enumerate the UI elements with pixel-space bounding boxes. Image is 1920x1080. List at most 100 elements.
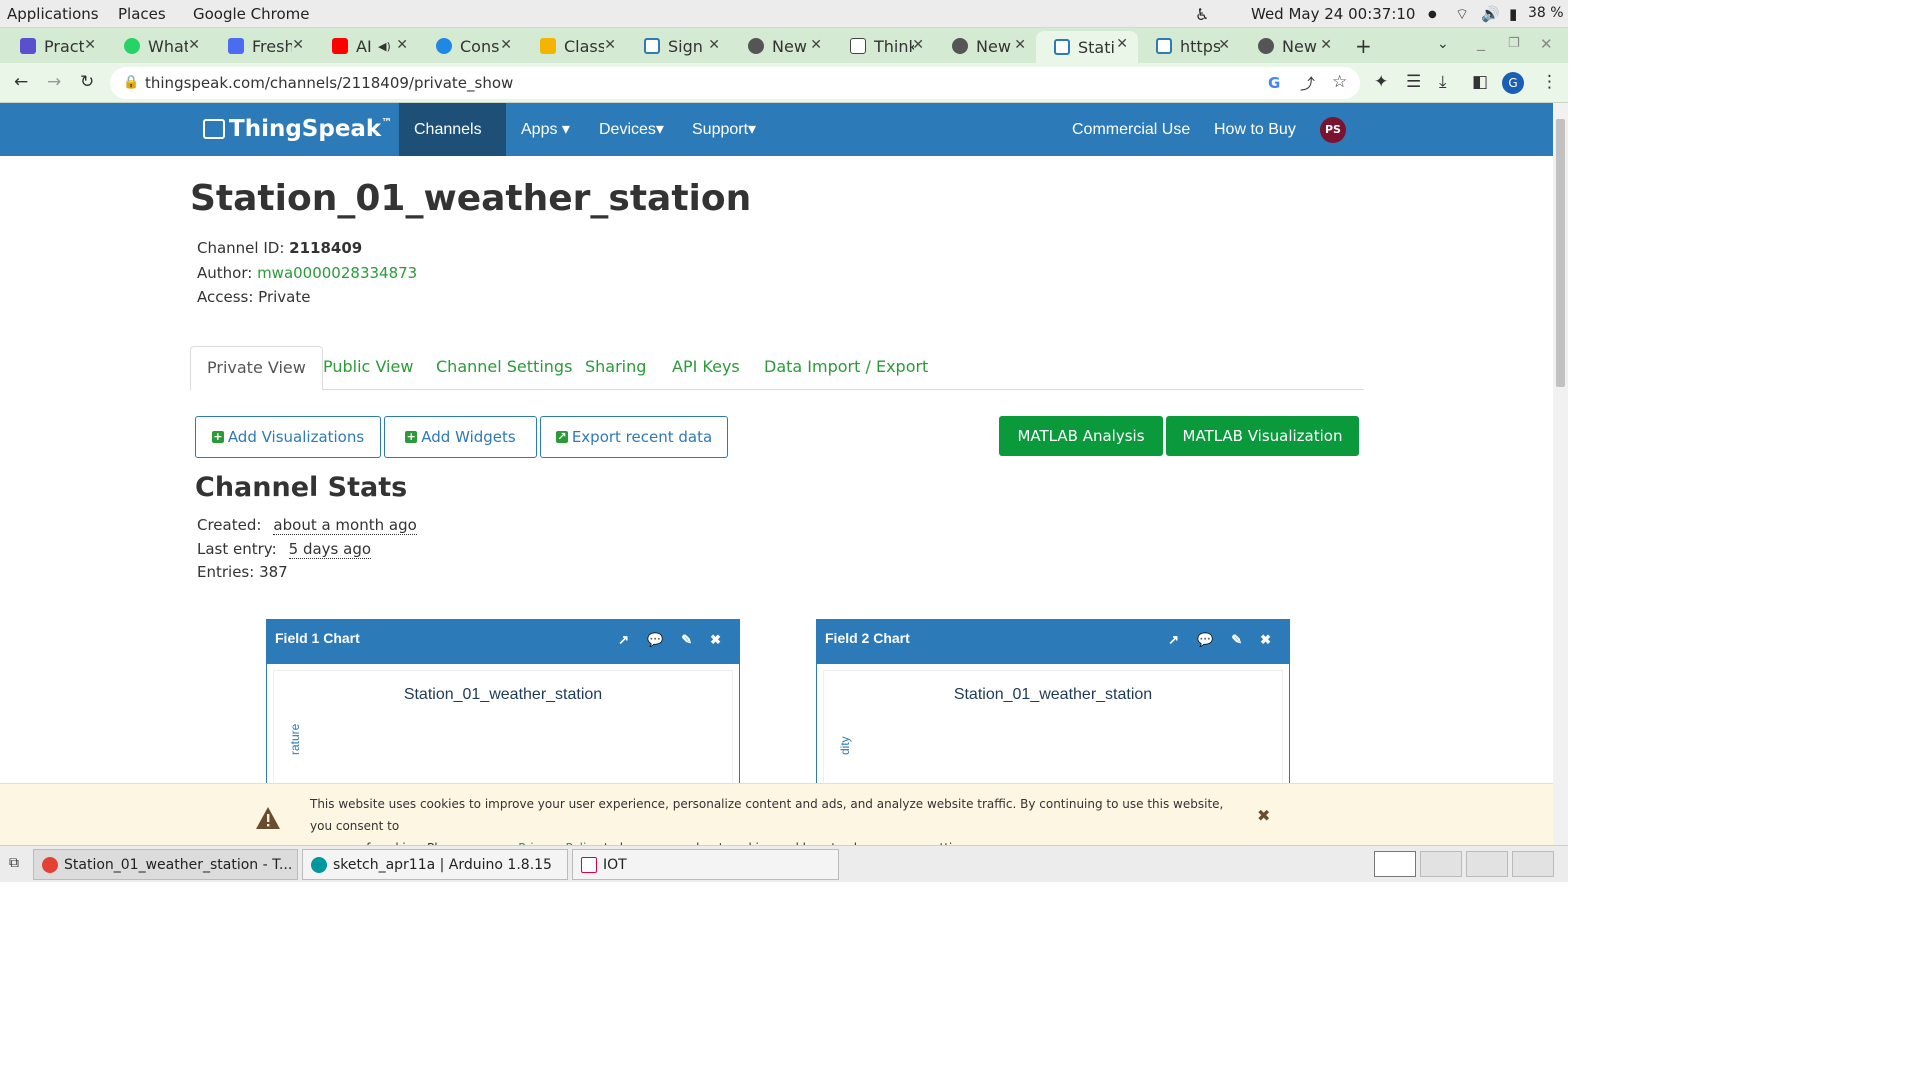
tab-channel-settings[interactable]: Channel Settings xyxy=(436,346,572,390)
task-label: IOT xyxy=(603,856,627,873)
nav-support[interactable]: Support▾ xyxy=(692,103,756,156)
edit-pencil-icon[interactable]: ✎ xyxy=(681,632,692,647)
matlab-analysis-button[interactable]: MATLAB Analysis xyxy=(999,416,1163,456)
audio-playing-icon[interactable]: ◀) xyxy=(378,40,391,53)
tab-pract[interactable]: Pract ✕ xyxy=(2,32,106,60)
tab-station-active[interactable]: Stati ✕ xyxy=(1036,31,1138,63)
clock[interactable]: Wed May 24 00:37:10 xyxy=(1251,5,1415,23)
tab-think[interactable]: Think ✕ xyxy=(832,32,934,60)
nav-apps[interactable]: Apps ▾ xyxy=(521,103,570,156)
tab-private-view[interactable]: Private View xyxy=(190,346,323,391)
close-icon[interactable]: ✕ xyxy=(1218,37,1230,53)
close-icon[interactable]: ✕ xyxy=(396,37,408,53)
close-icon[interactable]: ✕ xyxy=(912,37,924,53)
thingspeak-logo[interactable]: ThingSpeak™ xyxy=(203,116,392,142)
google-icon[interactable]: G xyxy=(1268,74,1280,92)
tab-classroom[interactable]: Class ✕ xyxy=(522,32,626,60)
chrome-menu-icon[interactable]: ⋮ xyxy=(1541,72,1558,92)
bookmark-star-icon[interactable]: ☆ xyxy=(1332,72,1347,92)
last-entry-value: 5 days ago xyxy=(288,540,372,559)
open-external-icon[interactable]: ↗ xyxy=(618,632,629,647)
forward-icon[interactable]: → xyxy=(47,72,61,92)
profile-avatar-icon[interactable]: G xyxy=(1502,72,1524,94)
nav-how-to-buy[interactable]: How to Buy xyxy=(1214,103,1296,156)
close-icon[interactable]: ✖ xyxy=(710,632,721,647)
tab-new-3[interactable]: New ✕ xyxy=(1240,32,1342,60)
workspace-4[interactable] xyxy=(1512,851,1554,877)
show-desktop-icon[interactable]: ⧉ xyxy=(9,855,19,871)
scrollbar-thumb[interactable] xyxy=(1556,119,1565,387)
close-icon[interactable]: ✕ xyxy=(1320,37,1332,53)
volume-icon[interactable]: 🔊 xyxy=(1481,5,1500,23)
tab-sign[interactable]: Sign ✕ xyxy=(626,32,730,60)
add-visualizations-button[interactable]: + Add Visualizations xyxy=(195,416,381,458)
close-icon[interactable]: ✕ xyxy=(500,37,512,53)
close-icon[interactable]: ✕ xyxy=(84,37,96,53)
url-text[interactable]: thingspeak.com/channels/2118409/private_… xyxy=(145,74,513,92)
new-tab-button[interactable]: + xyxy=(1355,34,1372,58)
close-icon[interactable]: ✕ xyxy=(708,37,720,53)
tab-https[interactable]: https ✕ xyxy=(1138,32,1240,60)
open-external-icon[interactable]: ↗ xyxy=(1168,632,1179,647)
export-recent-data-button[interactable]: ↗ Export recent data xyxy=(540,416,728,458)
chart-title: Station_01_weather_station xyxy=(953,686,1153,703)
nav-devices[interactable]: Devices▾ xyxy=(599,103,664,156)
tab-new-1[interactable]: New ✕ xyxy=(730,32,832,60)
tab-public-view[interactable]: Public View xyxy=(323,346,413,390)
nav-channels[interactable]: Channels ▾ xyxy=(399,103,506,191)
chart-body: Station_01_weather_station rature xyxy=(273,670,733,788)
chrome-app-menu[interactable]: Google Chrome xyxy=(193,5,310,23)
accessibility-icon[interactable]: ♿ xyxy=(1195,5,1209,24)
cookie-close-icon[interactable]: ✖ xyxy=(1257,806,1270,825)
page-scrollbar[interactable] xyxy=(1553,103,1568,845)
author-link[interactable]: mwa0000028334873 xyxy=(257,264,417,282)
close-icon[interactable]: ✕ xyxy=(292,37,304,53)
share-icon[interactable]: ⤴ xyxy=(1300,73,1315,94)
workspace-1[interactable] xyxy=(1374,851,1416,877)
chart-icon xyxy=(850,38,866,54)
comment-icon[interactable]: 💬 xyxy=(1197,632,1213,647)
window-close-icon[interactable]: ✕ xyxy=(1540,35,1553,53)
task-chrome[interactable]: Station_01_weather_station - T... xyxy=(33,849,298,880)
tab-data-import-export[interactable]: Data Import / Export xyxy=(764,346,928,390)
address-bar[interactable]: 🔒 thingspeak.com/channels/2118409/privat… xyxy=(110,67,1360,99)
tab-youtube[interactable]: AI ◀) ✕ xyxy=(314,32,418,60)
wifi-icon[interactable]: ⌔ xyxy=(1455,5,1469,24)
applications-menu[interactable]: Applications xyxy=(7,5,99,23)
nav-commercial-use[interactable]: Commercial Use xyxy=(1072,103,1190,156)
download-icon[interactable]: ⤓ xyxy=(1439,72,1447,92)
task-iot-folder[interactable]: IOT xyxy=(572,849,839,880)
extensions-icon[interactable]: ✦ xyxy=(1374,72,1388,92)
add-widgets-button[interactable]: + Add Widgets xyxy=(384,416,537,458)
side-panel-icon[interactable]: ◧ xyxy=(1472,72,1488,92)
edit-pencil-icon[interactable]: ✎ xyxy=(1231,632,1242,647)
comment-icon[interactable]: 💬 xyxy=(647,632,663,647)
task-arduino[interactable]: sketch_apr11a | Arduino 1.8.15 xyxy=(302,849,568,880)
minimize-icon[interactable]: _ xyxy=(1477,32,1485,51)
tab-api-keys[interactable]: API Keys xyxy=(672,346,740,390)
tab-new-2[interactable]: New ✕ xyxy=(934,32,1036,60)
close-icon[interactable]: ✕ xyxy=(604,37,616,53)
close-icon[interactable]: ✖ xyxy=(1260,632,1271,647)
close-icon[interactable]: ✕ xyxy=(1014,37,1026,53)
tab-search-icon[interactable]: ⌄ xyxy=(1437,36,1449,52)
back-icon[interactable]: ← xyxy=(14,72,28,92)
user-avatar[interactable]: PS xyxy=(1320,117,1346,143)
tab-whatsapp[interactable]: What ✕ xyxy=(106,32,210,60)
close-icon[interactable]: ✕ xyxy=(188,37,200,53)
close-icon[interactable]: ✕ xyxy=(1116,36,1128,52)
reload-icon[interactable]: ↻ xyxy=(80,72,94,92)
media-control-icon[interactable]: ☰ xyxy=(1406,72,1421,92)
channel-id-value: 2118409 xyxy=(289,239,363,257)
close-icon[interactable]: ✕ xyxy=(810,37,822,53)
tab-sharing[interactable]: Sharing xyxy=(585,346,646,390)
tab-cons[interactable]: Cons ✕ xyxy=(418,32,522,60)
workspace-2[interactable] xyxy=(1420,851,1462,877)
workspace-3[interactable] xyxy=(1466,851,1508,877)
restore-icon[interactable]: ❐ xyxy=(1508,36,1520,51)
tab-fresh[interactable]: Fresh ✕ xyxy=(210,32,314,60)
battery-icon[interactable]: ▮ xyxy=(1509,5,1517,23)
lock-icon[interactable]: 🔒 xyxy=(123,75,139,90)
places-menu[interactable]: Places xyxy=(118,5,166,23)
matlab-visualization-button[interactable]: MATLAB Visualization xyxy=(1166,416,1359,456)
